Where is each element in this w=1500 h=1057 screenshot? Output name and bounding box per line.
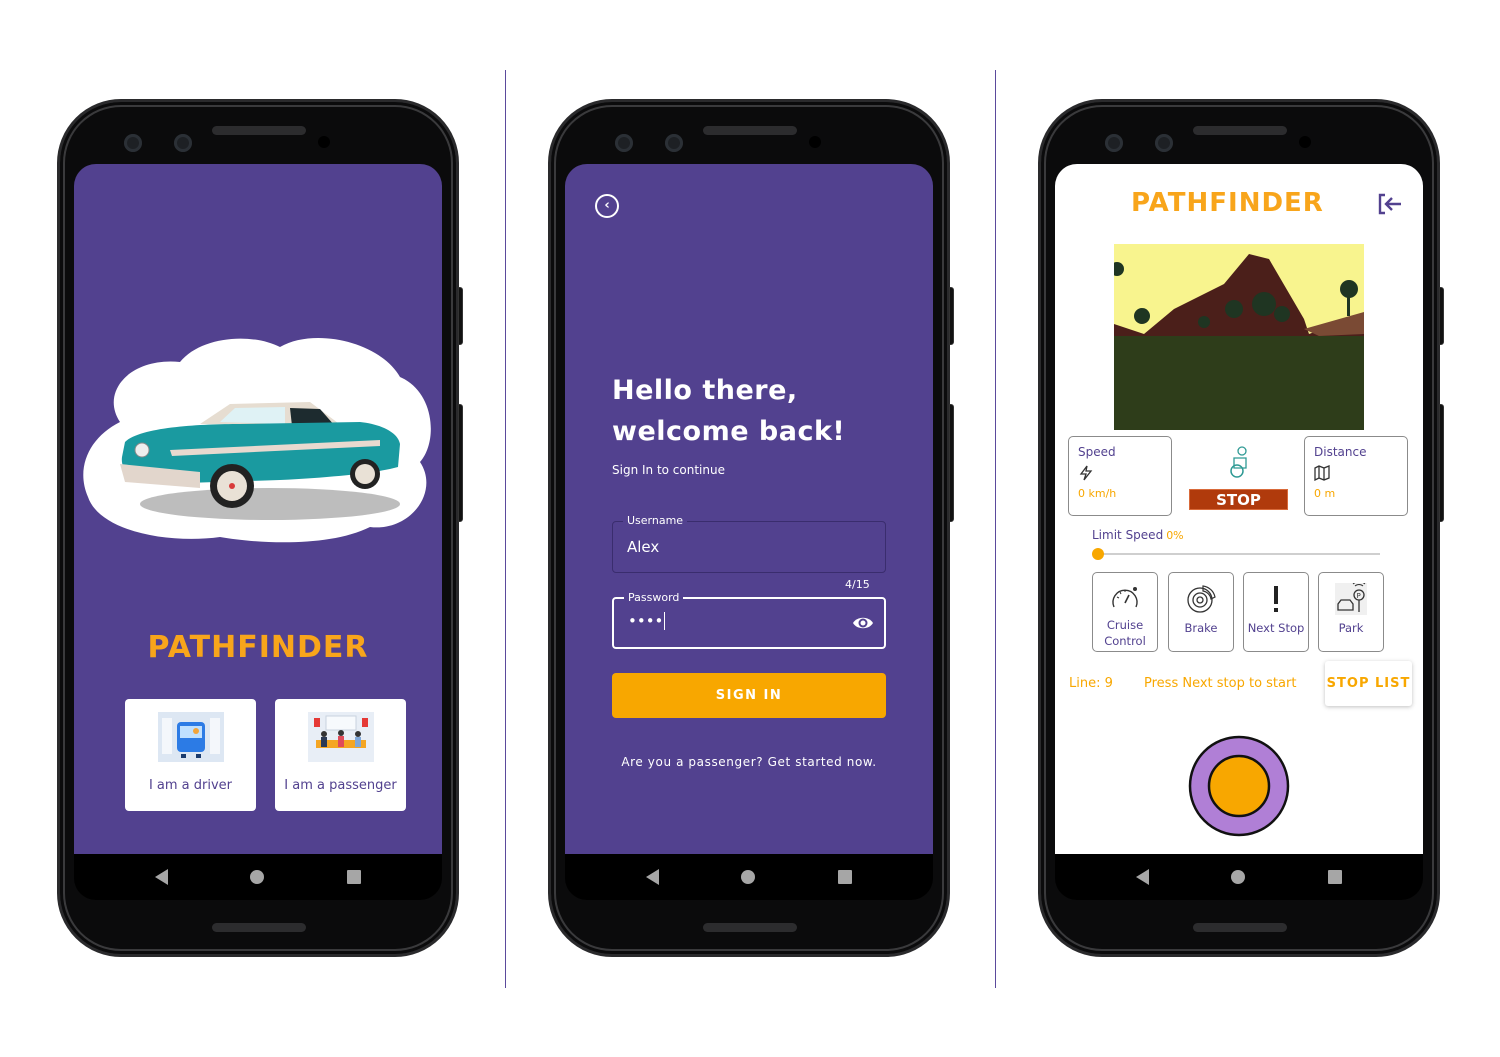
power-button bbox=[1439, 287, 1444, 345]
app-logo: PATHFINDER bbox=[147, 630, 369, 665]
android-navbar bbox=[565, 854, 933, 900]
distance-card: Distance 0 m bbox=[1304, 436, 1408, 516]
camera-icon bbox=[1155, 134, 1173, 152]
passenger-role-card[interactable]: I am a passenger bbox=[275, 699, 406, 811]
back-icon[interactable] bbox=[155, 869, 169, 885]
earpiece bbox=[1193, 126, 1287, 135]
divider-right bbox=[995, 70, 996, 988]
exclamation-icon bbox=[1274, 586, 1278, 612]
driver-role-card[interactable]: I am a driver bbox=[125, 699, 256, 811]
brake-disc-icon bbox=[1187, 585, 1216, 613]
camera-icon bbox=[124, 134, 142, 152]
camera-icon bbox=[615, 134, 633, 152]
line-number: Line: 9 bbox=[1069, 676, 1113, 691]
driver-dashboard-screen: PATHFINDER Speed 0 km/h STOP Distance 0 … bbox=[1055, 164, 1423, 854]
next-stop-label: Next Stop bbox=[1247, 621, 1305, 635]
role-select-screen: PATHFINDER I am a driver I am a passenge… bbox=[74, 164, 442, 854]
earpiece bbox=[703, 126, 797, 135]
limit-speed-slider[interactable] bbox=[1098, 553, 1380, 555]
cruise-control-label: Cruise Control bbox=[1104, 618, 1146, 648]
android-navbar bbox=[74, 854, 442, 900]
passenger-wheelchair-icon bbox=[1230, 446, 1247, 478]
divider-left bbox=[505, 70, 506, 988]
username-label: Username bbox=[623, 514, 688, 527]
passengers-illustration bbox=[307, 712, 374, 762]
recent-apps-icon[interactable] bbox=[837, 870, 852, 884]
classic-car-illustration bbox=[83, 338, 431, 543]
speed-value: 0 km/h bbox=[1078, 487, 1117, 500]
next-stop-button[interactable]: Next Stop bbox=[1243, 572, 1309, 652]
phone-sign-in: ‹ Hello there, welcome back! Sign In to … bbox=[548, 99, 954, 957]
volume-button bbox=[1439, 404, 1444, 522]
brake-button[interactable]: Brake bbox=[1168, 572, 1234, 652]
speedometer-icon bbox=[1112, 587, 1138, 608]
bottom-speaker bbox=[703, 923, 797, 932]
recent-apps-icon[interactable] bbox=[346, 870, 361, 884]
sensor bbox=[318, 136, 330, 148]
driver-role-label: I am a driver bbox=[148, 778, 233, 793]
status-badge: STOP bbox=[1189, 489, 1288, 510]
app-logo: PATHFINDER bbox=[1131, 188, 1324, 218]
bottom-speaker bbox=[1193, 923, 1287, 932]
sign-in-screen: ‹ Hello there, welcome back! Sign In to … bbox=[565, 164, 933, 854]
svg-text:P: P bbox=[1357, 592, 1361, 600]
camera-icon bbox=[1105, 134, 1123, 152]
username-field[interactable]: Username bbox=[612, 514, 886, 573]
park-label: Park bbox=[1338, 621, 1364, 635]
welcome-title-line2: welcome back! bbox=[612, 416, 846, 447]
next-stop-hint: Press Next stop to start bbox=[1144, 676, 1297, 691]
limit-speed-value: 0% bbox=[1166, 529, 1184, 542]
park-button[interactable]: P Park bbox=[1318, 572, 1384, 652]
eye-icon[interactable] bbox=[852, 614, 874, 632]
distance-title: Distance bbox=[1314, 445, 1367, 459]
camera-icon bbox=[665, 134, 683, 152]
sign-in-subtitle: Sign In to continue bbox=[612, 463, 725, 477]
volume-button bbox=[949, 404, 954, 522]
welcome-title-line1: Hello there, bbox=[612, 375, 798, 406]
android-navbar bbox=[1055, 854, 1423, 900]
limit-speed-label: Limit Speed 0% bbox=[1092, 528, 1184, 542]
welcome-title: Hello there, welcome back! bbox=[612, 370, 912, 452]
home-icon[interactable] bbox=[250, 870, 265, 884]
phone-driver-dashboard: PATHFINDER Speed 0 km/h STOP Distance 0 … bbox=[1038, 99, 1444, 957]
parking-icon: P bbox=[1335, 583, 1367, 615]
joystick-control[interactable] bbox=[1188, 735, 1290, 837]
limit-speed-slider-thumb[interactable] bbox=[1092, 548, 1104, 560]
password-input[interactable]: •••• bbox=[628, 612, 666, 630]
speed-title: Speed bbox=[1078, 445, 1116, 459]
sensor bbox=[1299, 136, 1311, 148]
back-icon[interactable] bbox=[1136, 869, 1150, 885]
passenger-role-label: I am a passenger bbox=[284, 778, 397, 793]
brake-label: Brake bbox=[1184, 621, 1218, 635]
password-label: Password bbox=[624, 591, 684, 604]
back-icon[interactable] bbox=[646, 869, 660, 885]
distance-value: 0 m bbox=[1314, 487, 1336, 500]
logout-icon[interactable] bbox=[1377, 192, 1403, 216]
power-button bbox=[949, 287, 954, 345]
bottom-speaker bbox=[212, 923, 306, 932]
map-icon bbox=[1314, 465, 1330, 481]
limit-speed-title: Limit Speed bbox=[1092, 528, 1164, 542]
recent-apps-icon[interactable] bbox=[1327, 870, 1342, 884]
stop-list-button[interactable]: STOP LIST bbox=[1325, 661, 1412, 706]
driving-camera-view bbox=[1114, 244, 1364, 430]
volume-button bbox=[458, 404, 463, 522]
username-input[interactable] bbox=[627, 538, 827, 556]
bus-driver-illustration bbox=[157, 712, 224, 762]
home-icon[interactable] bbox=[1231, 870, 1246, 884]
lightning-icon bbox=[1079, 465, 1093, 481]
cruise-control-button[interactable]: Cruise Control bbox=[1092, 572, 1158, 652]
sensor bbox=[809, 136, 821, 148]
earpiece bbox=[212, 126, 306, 135]
power-button bbox=[458, 287, 463, 345]
password-field[interactable]: Password •••• bbox=[612, 591, 886, 649]
home-icon[interactable] bbox=[741, 870, 756, 884]
camera-icon bbox=[174, 134, 192, 152]
phone-role-select: PATHFINDER I am a driver I am a passenge… bbox=[57, 99, 463, 957]
back-chevron-circle-icon[interactable]: ‹ bbox=[595, 194, 619, 218]
passenger-get-started-link[interactable]: Are you a passenger? Get started now. bbox=[612, 754, 886, 771]
speed-card: Speed 0 km/h bbox=[1068, 436, 1172, 516]
sign-in-button[interactable]: SIGN IN bbox=[612, 673, 886, 718]
password-counter: 4/15 bbox=[845, 578, 870, 591]
